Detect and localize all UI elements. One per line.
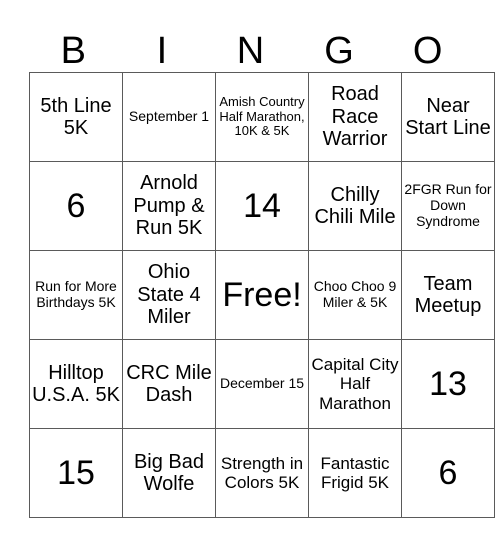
bingo-cell[interactable]: Chilly Chili Mile	[308, 161, 402, 251]
bingo-cell[interactable]: 6	[401, 428, 495, 518]
grid-row: 6 Arnold Pump & Run 5K 14 Chilly Chili Mile…	[29, 161, 495, 251]
bingo-cell[interactable]: Team Meetup	[401, 250, 495, 340]
bingo-cell[interactable]: Capital City Half Marathon	[308, 339, 402, 429]
header-letter-o: O	[412, 30, 443, 72]
bingo-cell[interactable]: 15	[29, 428, 123, 518]
header-letter-i: I	[156, 30, 168, 72]
bingo-cell[interactable]: Fantastic Frigid 5K	[308, 428, 402, 518]
grid-row: Hilltop U.S.A. 5K CRC Mile Dash December 1…	[29, 339, 495, 429]
bingo-cell[interactable]: 13	[401, 339, 495, 429]
grid-row: 15 Big Bad Wolfe Strength in Colors 5K Fant…	[29, 428, 495, 518]
bingo-cell[interactable]: September 1	[122, 72, 216, 162]
bingo-cell[interactable]: 6	[29, 161, 123, 251]
bingo-cell[interactable]: Hilltop U.S.A. 5K	[29, 339, 123, 429]
bingo-cell[interactable]: Strength in Colors 5K	[215, 428, 309, 518]
header-letter-b: B	[60, 30, 86, 72]
bingo-grid: 5th Line 5K September 1 Amish Country Half…	[29, 72, 495, 518]
bingo-cell[interactable]: December 15	[215, 339, 309, 429]
grid-row: 5th Line 5K September 1 Amish Country Half…	[29, 72, 495, 162]
bingo-cell[interactable]: Run for More Birthdays 5K	[29, 250, 123, 340]
bingo-cell[interactable]: Ohio State 4 Miler	[122, 250, 216, 340]
header-letter-g: G	[324, 30, 354, 72]
bingo-cell[interactable]: 14	[215, 161, 309, 251]
bingo-cell[interactable]: 2FGR Run for Down Syndrome	[401, 161, 495, 251]
bingo-cell[interactable]: Amish Country Half Marathon, 10K & 5K	[215, 72, 309, 162]
free-space-cell[interactable]: Free!	[215, 250, 309, 340]
bingo-cell[interactable]: CRC Mile Dash	[122, 339, 216, 429]
bingo-cell[interactable]: 5th Line 5K	[29, 72, 123, 162]
bingo-cell[interactable]: Big Bad Wolfe	[122, 428, 216, 518]
bingo-header: B I N G O	[29, 30, 472, 72]
header-letter-n: N	[236, 30, 265, 72]
bingo-cell[interactable]: Arnold Pump & Run 5K	[122, 161, 216, 251]
bingo-cell[interactable]: Road Race Warrior	[308, 72, 402, 162]
bingo-cell[interactable]: Choo Choo 9 Miler & 5K	[308, 250, 402, 340]
grid-row: Run for More Birthdays 5K Ohio State 4 Mi…	[29, 250, 495, 340]
bingo-cell[interactable]: Near Start Line	[401, 72, 495, 162]
